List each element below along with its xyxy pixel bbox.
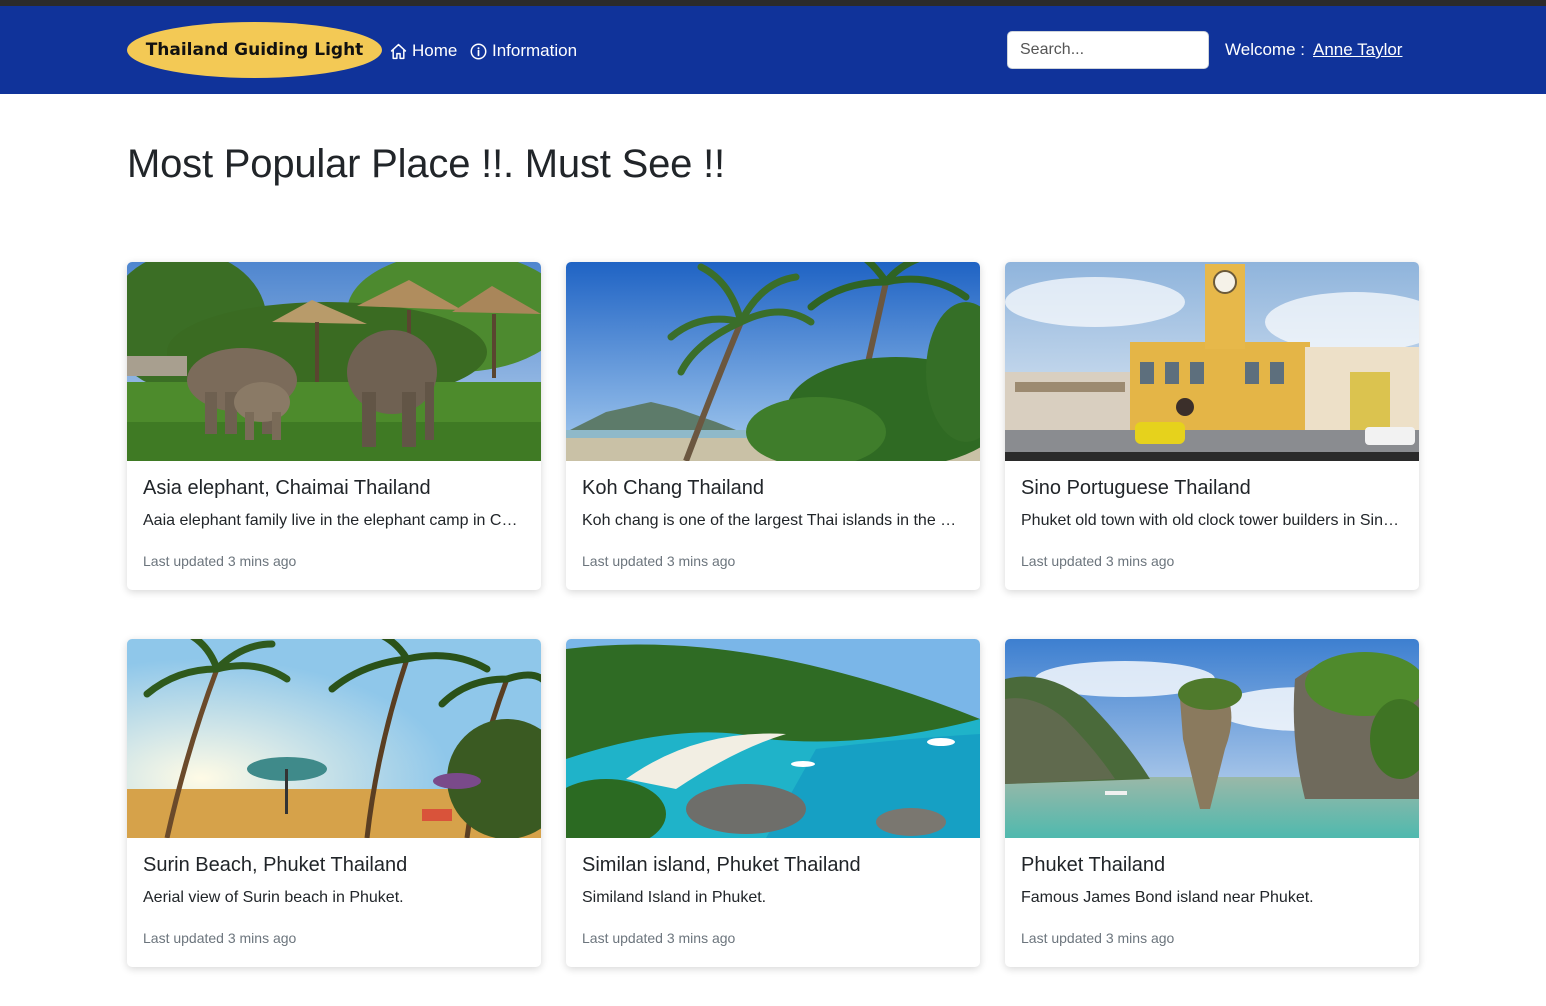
card-title: Phuket Thailand	[1021, 854, 1166, 876]
place-card[interactable]: Asia elephant, Chaimai Thailand Aaia ele…	[127, 262, 541, 590]
card-description: Famous James Bond island near Phuket.	[1021, 889, 1314, 906]
surin-beach-photo	[127, 639, 541, 838]
nav-information-link[interactable]: Information	[470, 39, 577, 63]
card-title: Koh Chang Thailand	[582, 477, 764, 499]
clock-tower-photo	[1005, 262, 1419, 461]
card-updated-text: Last updated 3 mins ago	[1021, 930, 1175, 946]
place-card[interactable]: Koh Chang Thailand Koh chang is one of t…	[566, 262, 980, 590]
card-description: Aaia elephant family live in the elephan…	[143, 512, 521, 529]
card-updated-text: Last updated 3 mins ago	[143, 553, 297, 569]
navbar: Thailand Guiding Light Home Information …	[0, 6, 1546, 94]
card-title: Surin Beach, Phuket Thailand	[143, 854, 408, 876]
user-name-link[interactable]: Anne Taylor	[1313, 40, 1402, 60]
place-card[interactable]: Similan island, Phuket Thailand Similand…	[566, 639, 980, 967]
card-description: Aerial view of Surin beach in Phuket.	[143, 889, 404, 906]
home-icon	[390, 43, 407, 59]
place-card[interactable]: Sino Portuguese Thailand Phuket old town…	[1005, 262, 1419, 590]
card-updated-text: Last updated 3 mins ago	[143, 930, 297, 946]
elephant-photo	[127, 262, 541, 461]
card-description: Koh chang is one of the largest Thai isl…	[582, 512, 960, 529]
card-title: Similan island, Phuket Thailand	[582, 854, 861, 876]
card-title: Asia elephant, Chaimai Thailand	[143, 477, 431, 499]
card-description: Similand Island in Phuket.	[582, 889, 767, 906]
card-updated-text: Last updated 3 mins ago	[582, 930, 736, 946]
james-bond-island-photo	[1005, 639, 1419, 838]
info-icon	[470, 43, 487, 59]
welcome-label: Welcome :	[1225, 40, 1305, 59]
card-title: Sino Portuguese Thailand	[1021, 477, 1251, 499]
place-card[interactable]: Phuket Thailand Famous James Bond island…	[1005, 639, 1419, 967]
search-input[interactable]	[1007, 31, 1209, 69]
nav-information-label: Information	[492, 41, 578, 60]
similan-island-photo	[566, 639, 980, 838]
place-card[interactable]: Surin Beach, Phuket Thailand Aerial view…	[127, 639, 541, 967]
card-updated-text: Last updated 3 mins ago	[582, 553, 736, 569]
nav-home-link[interactable]: Home	[390, 39, 457, 63]
page-title: Most Popular Place !!. Must See !!	[127, 142, 725, 186]
nav-home-label: Home	[412, 41, 458, 60]
card-description: Phuket old town with old clock tower bui…	[1021, 512, 1399, 529]
card-updated-text: Last updated 3 mins ago	[1021, 553, 1175, 569]
palm-beach-photo	[566, 262, 980, 461]
brand-logo[interactable]: Thailand Guiding Light	[127, 22, 382, 78]
